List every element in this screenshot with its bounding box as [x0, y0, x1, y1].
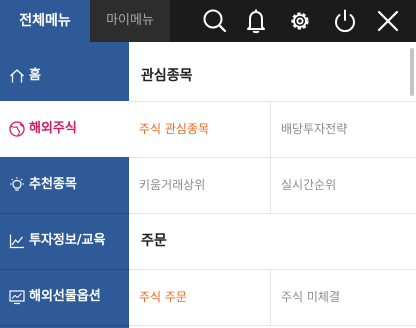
- tab-all-menu[interactable]: 전체메뉴: [0, 0, 90, 42]
- section-title-order: 주문: [141, 233, 167, 249]
- sidebar-item-home[interactable]: 홈: [0, 48, 129, 104]
- power-icon[interactable]: [329, 5, 361, 37]
- sidebar-item-recommended[interactable]: 추천종목: [0, 157, 129, 213]
- sidebar-item-overseas-futures[interactable]: 해외선물옵션: [0, 269, 129, 325]
- search-icon[interactable]: [199, 5, 231, 37]
- globe-icon: [8, 120, 26, 138]
- section-title-watchlist: 관심종목: [141, 68, 193, 84]
- menu-item-stock-order[interactable]: 주식 주문: [129, 269, 270, 325]
- scrollbar[interactable]: [410, 48, 414, 96]
- sidebar-item-label: 홈: [29, 68, 41, 83]
- home-icon: [8, 67, 26, 85]
- sidebar-item-label: 해외주식: [29, 121, 77, 136]
- gear-icon[interactable]: [284, 5, 316, 37]
- monitor-chart-icon: [8, 288, 26, 306]
- sidebar: 홈 해외주식 추천종목 투자정보/교육 해외선물옵션: [0, 42, 129, 328]
- menu-item-stock-watchlist[interactable]: 주식 관심종목: [129, 101, 270, 157]
- lightbulb-icon: [8, 176, 26, 194]
- sidebar-item-label: 해외선물옵션: [29, 289, 101, 304]
- sidebar-item-label: 추천종목: [29, 177, 77, 192]
- menu-item-stock-unfilled[interactable]: 주식 미체결: [270, 269, 416, 325]
- sidebar-item-label: 투자정보/교육: [29, 233, 106, 248]
- bell-icon[interactable]: [240, 5, 272, 37]
- menu-item-kiwoom-top-trades[interactable]: 키움거래상위: [129, 157, 270, 213]
- close-icon[interactable]: [372, 5, 404, 37]
- divider: [0, 325, 129, 326]
- divider: [129, 325, 416, 326]
- top-bar: 전체메뉴 마이메뉴: [0, 0, 416, 42]
- chart-icon: [8, 232, 26, 250]
- sidebar-item-overseas-stocks[interactable]: 해외주식: [0, 101, 129, 157]
- menu-content: 관심종목 주식 관심종목 배당투자전략 키움거래상위 실시간순위 주문 주식 주…: [129, 42, 416, 328]
- tab-my-menu[interactable]: 마이메뉴: [90, 0, 170, 42]
- menu-item-dividend-strategy[interactable]: 배당투자전략: [270, 101, 416, 157]
- sidebar-item-investment-info[interactable]: 투자정보/교육: [0, 213, 129, 269]
- menu-item-realtime-ranking[interactable]: 실시간순위: [270, 157, 416, 213]
